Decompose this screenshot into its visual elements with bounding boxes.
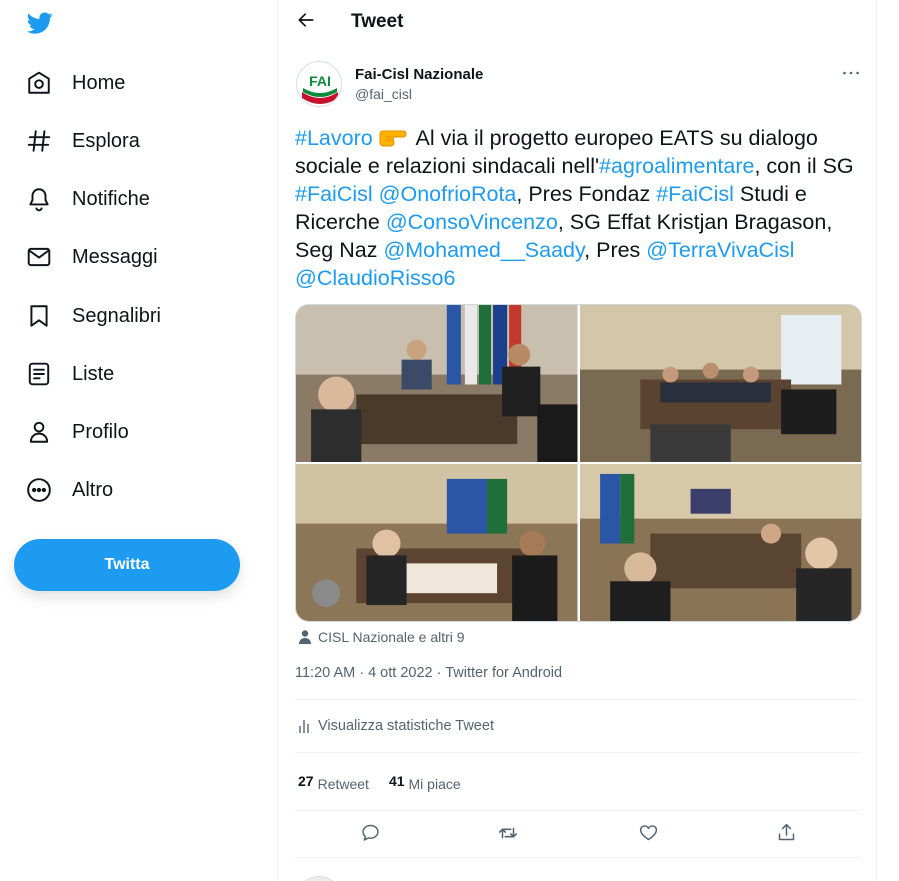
header: Tweet <box>278 0 876 44</box>
tweet-time[interactable]: 11:20 AM <box>295 665 355 681</box>
tweet-text-segment: , Pres Fondaz <box>516 182 657 206</box>
main-column: Tweet FAI Fai-Cisl Nazionale @fai_cisl #… <box>277 0 877 881</box>
retweet-count-value: 27 <box>298 773 314 789</box>
bell-icon <box>24 184 54 214</box>
tweet-photo-grid <box>295 304 862 622</box>
reply-button[interactable] <box>357 822 383 848</box>
hashtag-link[interactable]: #FaiCisl <box>295 182 373 206</box>
sidebar-item-label: Messaggi <box>72 245 158 268</box>
person-icon <box>24 417 54 447</box>
hashtag-link[interactable]: #agroalimentare <box>599 154 754 178</box>
tweet-metadata: 11:20 AM · 4 ott 2022 · Twitter for Andr… <box>295 665 563 681</box>
sidebar-item-label: Home <box>72 71 126 94</box>
author-name[interactable]: Fai-Cisl Nazionale <box>355 66 483 83</box>
tagged-users-label: CISL Nazionale e altri 9 <box>318 629 465 645</box>
sidebar-item-esplora[interactable]: Esplora <box>24 121 140 161</box>
engagement-counts: 27 Retweet 41 Mi piace <box>298 773 481 792</box>
tweet-date[interactable]: 4 ott 2022 <box>368 665 433 681</box>
hashtag-link[interactable]: #Lavoro <box>295 126 373 150</box>
like-button[interactable] <box>635 822 661 848</box>
tweet-actions <box>295 820 861 850</box>
mention-link[interactable]: @ConsoVincenzo <box>386 210 558 234</box>
sidebar-item-home[interactable]: Home <box>24 63 125 103</box>
ellipsis-icon <box>842 63 860 81</box>
arrow-left-icon <box>296 10 316 35</box>
like-count[interactable]: 41 Mi piace <box>388 773 461 792</box>
reply-avatar[interactable] <box>296 876 342 881</box>
retweet-icon <box>497 822 519 849</box>
tweet-text-segment: , Pres <box>584 238 647 262</box>
sidebar-item-profilo[interactable]: Profilo <box>24 412 129 452</box>
list-icon <box>24 359 54 389</box>
sidebar-item-segnalibri[interactable]: Segnalibri <box>24 296 161 336</box>
sidebar-item-altro[interactable]: Altro <box>24 470 113 510</box>
sidebar-item-messaggi[interactable]: Messaggi <box>24 237 158 277</box>
sidebar-item-label: Altro <box>72 478 114 501</box>
sidebar-item-label: Segnalibri <box>72 304 161 327</box>
analytics-bars-icon <box>298 718 312 734</box>
sidebar-item-label: Liste <box>72 362 115 385</box>
tweet-photo[interactable] <box>296 464 578 621</box>
more-options-button[interactable] <box>840 63 862 81</box>
retweet-button[interactable] <box>495 822 521 848</box>
tweet-photo[interactable] <box>579 464 861 621</box>
pointing-hand-emoji-icon <box>377 126 407 148</box>
avatar[interactable]: FAI <box>296 61 342 107</box>
like-count-value: 41 <box>388 773 405 789</box>
sidebar: Home Esplora Notifiche Messaggi Segnalib… <box>0 0 277 881</box>
sidebar-item-liste[interactable]: Liste <box>24 354 114 394</box>
view-tweet-stats-link[interactable]: Visualizza statistiche Tweet <box>298 718 494 734</box>
person-tag-icon <box>298 629 312 645</box>
hashtag-icon <box>24 126 54 156</box>
like-count-label: Mi piace <box>408 776 461 792</box>
divider <box>295 857 861 858</box>
retweet-count-label: Retweet <box>317 776 369 792</box>
view-tweet-stats-label: Visualizza statistiche Tweet <box>318 718 494 734</box>
hashtag-link[interactable]: #FaiCisl <box>656 182 734 206</box>
tweet-button[interactable]: Twitta <box>14 539 240 591</box>
home-icon <box>24 68 54 98</box>
tweet-text-segment: , con il SG <box>754 154 854 178</box>
more-circle-icon <box>24 475 54 505</box>
mention-link[interactable]: @ClaudioRisso6 <box>295 266 455 290</box>
bookmark-icon <box>24 301 54 331</box>
tweet-source[interactable]: Twitter for Android <box>445 665 562 681</box>
sidebar-item-label: Profilo <box>72 420 129 443</box>
heart-icon <box>638 822 659 848</box>
tweet-photo[interactable] <box>579 305 861 462</box>
back-button[interactable] <box>292 8 320 36</box>
tweet-text: #Lavoro Al via il progetto europeo EATS … <box>295 124 865 292</box>
sidebar-item-label: Notifiche <box>72 187 150 210</box>
share-icon <box>776 822 797 848</box>
mention-link[interactable]: @OnofrioRota <box>379 182 517 206</box>
tagged-users-link[interactable]: CISL Nazionale e altri 9 <box>298 629 465 645</box>
divider <box>295 699 861 700</box>
mention-link[interactable]: @TerraVivaCisl <box>646 238 794 262</box>
page-title: Tweet <box>351 11 404 32</box>
divider <box>295 752 861 753</box>
divider <box>295 810 861 811</box>
mention-link[interactable]: @Mohamed__Saady <box>383 238 584 262</box>
sidebar-item-notifiche[interactable]: Notifiche <box>24 179 150 219</box>
tweet-photo[interactable] <box>296 305 578 462</box>
sidebar-item-label: Esplora <box>72 129 140 152</box>
retweet-count[interactable]: 27 Retweet <box>298 773 369 792</box>
avatar-text: FAI <box>309 73 331 89</box>
twitter-logo-icon[interactable] <box>26 10 54 36</box>
envelope-icon <box>24 242 54 272</box>
author-handle[interactable]: @fai_cisl <box>355 86 412 102</box>
reply-icon <box>360 822 381 848</box>
share-button[interactable] <box>773 822 799 848</box>
